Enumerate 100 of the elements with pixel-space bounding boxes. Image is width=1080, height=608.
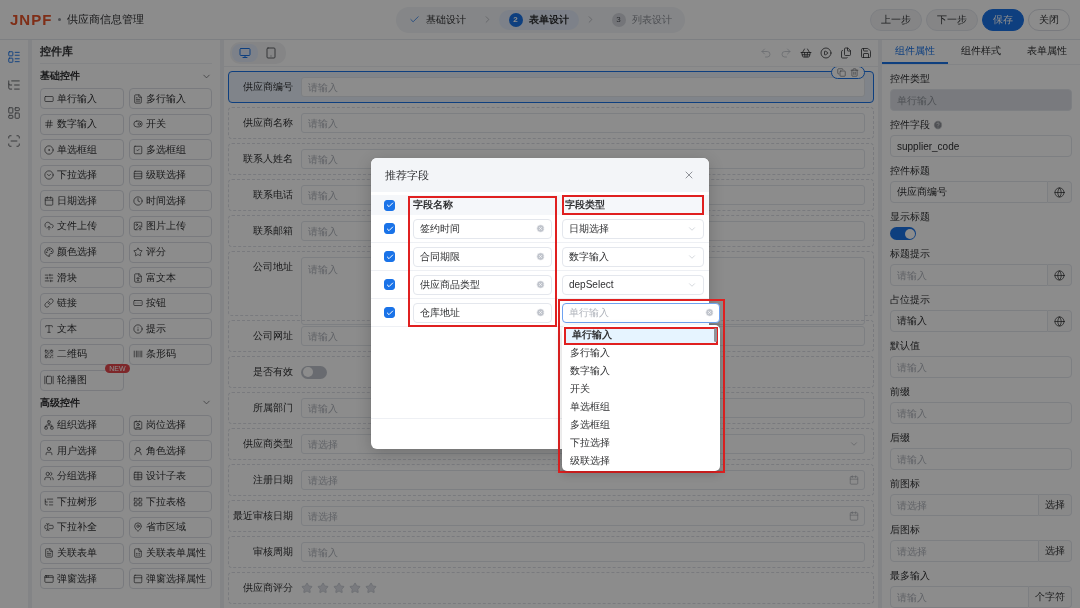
clear-icon [536,224,545,233]
palette-item[interactable]: 文件上传 [40,215,124,237]
input-field[interactable]: 供应商编号 [890,181,1048,203]
star-icon[interactable] [349,582,361,594]
palette-item[interactable]: 二维码 [40,343,124,365]
palette-item[interactable]: 岗位选择 [128,414,212,436]
checkbox[interactable] [384,199,395,211]
palette-item[interactable]: 下拉树形 [40,491,124,513]
hash-icon [44,119,54,130]
calendar-icon [44,195,54,206]
palette-item[interactable]: 单选框组 [40,139,124,161]
suffix-button[interactable]: 选择 [1039,540,1072,562]
window-icon [44,573,54,584]
close-button[interactable] [683,169,695,181]
palette-item[interactable]: 图片上传 [128,215,212,237]
palette-item[interactable]: 链接 [40,292,124,314]
text-cursor-icon [44,522,54,533]
suffix-button[interactable]: 选择 [1039,494,1072,516]
field-label: 供应商类型 [242,437,294,451]
star-icon[interactable] [317,582,329,594]
palette-item[interactable]: 下拉选择 [40,164,124,186]
header-button[interactable]: 关闭 [1028,8,1070,31]
play-icon[interactable] [820,47,832,60]
palette-item[interactable]: 用户选择 [40,440,124,462]
checkbox[interactable] [384,223,395,234]
palette-item[interactable]: 分组选择 [40,465,124,487]
panel-tab[interactable]: 组件样式 [948,40,1014,64]
select-field[interactable]: 单行输入 [562,302,720,323]
property-label: 前缀 [890,385,910,398]
input-field[interactable]: 供应商品类型 [413,274,552,295]
users-icon [44,471,54,482]
select-field[interactable]: depSelect [562,274,704,295]
palette-item[interactable]: 数字输入 [40,113,124,135]
checkbox[interactable] [384,307,395,318]
palette-item[interactable]: 时间选择 [128,190,212,212]
dropdown-option[interactable]: 多行输入 [562,344,720,363]
select-field[interactable]: 日期选择 [562,218,704,239]
palette-item[interactable]: 弹窗选择属性 [128,568,212,590]
input-field[interactable]: 仓库地址 [413,302,552,323]
palette-item[interactable]: 省市区域 [128,516,212,538]
dropdown-option[interactable]: 数字输入 [562,362,720,381]
palette-item[interactable]: 开关 [128,113,212,135]
palette-item[interactable]: 设计子表 [128,465,212,487]
dropdown-option[interactable]: 下拉选择 [562,434,720,453]
palette-item[interactable]: 颜色选择 [40,241,124,263]
palette-item[interactable]: 关联表单 [40,542,124,564]
input-field[interactable]: 请输入 [890,310,1048,332]
calendar-icon [849,511,859,521]
palette-item[interactable]: 关联表单属性 [128,542,212,564]
user-icon [132,445,143,456]
checkbox[interactable] [384,279,395,290]
dropdown-option[interactable]: 单选框组 [562,398,720,417]
save-icon[interactable] [860,47,872,60]
user-icon [44,445,54,456]
palette-item[interactable]: 下拉补全 [40,516,124,538]
palette-item[interactable]: 日期选择 [40,190,124,212]
dropdown-option[interactable]: 单行输入 [564,326,718,345]
palette-item[interactable]: 条形码 [128,343,212,365]
suffix-button[interactable]: 个字符 [1029,586,1072,608]
step-item[interactable]: 2 表单设计 [498,9,579,30]
palette-item[interactable]: 组织选择 [40,414,124,436]
star-icon[interactable] [365,582,377,594]
dropdown-option[interactable]: 多选框组 [562,416,720,435]
select-field[interactable]: 数字输入 [562,246,704,267]
palette-item[interactable]: 提示 [128,318,212,340]
checkbox[interactable] [384,251,395,262]
input-field[interactable]: supplier_code [890,135,1072,157]
dropdown-option[interactable]: 开关 [562,380,720,399]
form-item[interactable]: 供应商评分 [228,572,874,604]
toggle-switch[interactable] [890,227,916,240]
palette-item[interactable]: 级联选择 [128,164,212,186]
palette-item[interactable]: 单行输入 [40,88,124,109]
translate-button[interactable] [1048,181,1072,203]
palette-item[interactable]: 角色选择 [128,440,212,462]
scrollbar-thumb[interactable] [714,327,717,342]
palette-item[interactable]: 多选框组 [128,139,212,161]
panel-tab[interactable]: 组件属性 [882,40,948,64]
palette-item[interactable]: 下拉表格 [128,491,212,513]
step-item[interactable]: 基础设计 [398,9,476,30]
clear-icon [536,252,545,261]
palette-item[interactable]: 滑块 [40,267,124,289]
header-button[interactable]: 保存 [982,8,1024,31]
palette-item[interactable]: 评分 [128,241,212,263]
panel-tab[interactable]: 表单属性 [1014,40,1080,64]
palette-item[interactable]: 多行输入 [128,88,212,109]
palette-item[interactable]: 文本 [40,318,124,340]
toggle-switch[interactable] [301,365,327,379]
star-icon[interactable] [301,582,313,594]
palette-item[interactable]: 弹窗选择 [40,568,124,590]
input-field[interactable]: 签约时间 [413,218,552,239]
files-icon[interactable] [840,47,852,60]
palette-item[interactable]: 按钮 [128,292,212,314]
palette-item[interactable]: 富文本 [128,267,212,289]
input-field[interactable]: 合同期限 [413,246,552,267]
monitor-icon[interactable] [232,44,258,63]
property-label: 控件字段 [890,118,930,131]
translate-button[interactable] [1048,264,1072,286]
translate-button[interactable] [1048,310,1072,332]
star-icon[interactable] [333,582,345,594]
basket-icon[interactable] [800,47,812,60]
